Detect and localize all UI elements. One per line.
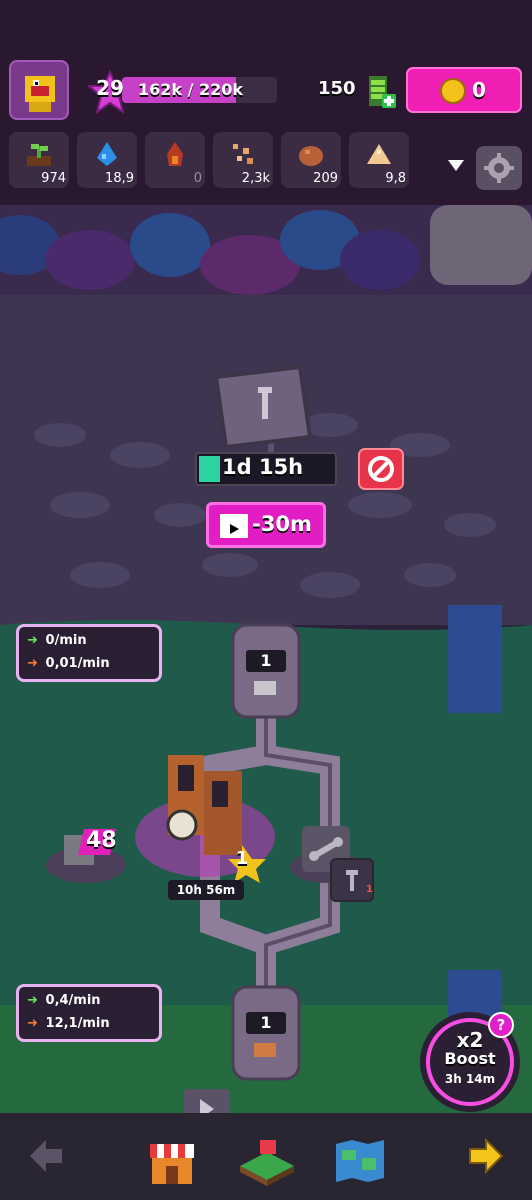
energy-count: 150 xyxy=(318,78,356,99)
rate-panel-top[interactable]: ➜ 0/min ➜ 0,01/min xyxy=(16,624,162,682)
clay-ball-icon xyxy=(299,146,323,166)
xp-text: 162k / 220k xyxy=(138,80,244,99)
resource-value: 2,3k xyxy=(241,171,270,186)
resource-value: 974 xyxy=(41,171,66,186)
stack-top-count: 1 xyxy=(246,650,286,672)
brick-icon xyxy=(254,1043,276,1057)
cancel-construction-button[interactable] xyxy=(358,448,404,490)
rate-out: 0,01/min xyxy=(45,656,110,671)
resource-value: 209 xyxy=(313,171,338,186)
input-arrow-icon: ➜ xyxy=(27,633,38,648)
input-arrow-icon: ➜ xyxy=(27,993,38,1008)
resource-slot[interactable]: 2,3k xyxy=(213,132,273,188)
construction-timer-text: 1d 15h xyxy=(222,455,304,479)
player-avatar[interactable] xyxy=(9,60,69,120)
video-speedup-label: -30m xyxy=(252,512,312,536)
resource-value: 9,8 xyxy=(385,171,406,186)
output-arrow-icon: ➜ xyxy=(27,1016,38,1031)
fire-icon xyxy=(167,142,183,166)
shop-icon[interactable] xyxy=(146,1136,198,1188)
bolt-slot[interactable] xyxy=(330,858,374,902)
sand-pile-icon xyxy=(367,144,391,164)
construction-timer-fill xyxy=(199,456,221,482)
bolt-count: 1 xyxy=(366,884,373,895)
resource-slot[interactable]: 209 xyxy=(281,132,341,188)
pedestal-count: 48 xyxy=(86,828,117,853)
boost-help-button[interactable]: ? xyxy=(488,1012,514,1038)
battery-plus-icon[interactable] xyxy=(366,74,396,110)
rate-panel-bottom[interactable]: ➜ 0,4/min ➜ 12,1/min xyxy=(16,984,162,1042)
resource-value: 18,9 xyxy=(105,171,134,186)
resource-value: 0 xyxy=(193,171,202,186)
coin-icon xyxy=(440,78,466,104)
gold-count: 0 xyxy=(472,78,486,102)
resource-slot[interactable]: 0 xyxy=(145,132,205,188)
build-island-icon[interactable] xyxy=(238,1136,296,1188)
left-arrow-icon[interactable] xyxy=(26,1136,66,1176)
boost-label: Boost xyxy=(444,1049,496,1068)
no-entry-icon xyxy=(368,456,394,482)
player-level: 29 xyxy=(96,76,124,100)
machine-level: 1 xyxy=(235,848,249,869)
map-icon[interactable] xyxy=(334,1138,386,1184)
dino-avatar-icon xyxy=(25,76,55,112)
gear-icon xyxy=(484,153,514,183)
clapperboard-icon xyxy=(220,514,248,538)
settings-button[interactable] xyxy=(476,146,522,190)
sapling-icon xyxy=(27,144,51,166)
resource-slot[interactable]: 18,9 xyxy=(77,132,137,188)
stack-bottom-count: 1 xyxy=(246,1012,286,1034)
resources-dropdown-icon[interactable] xyxy=(448,160,464,171)
sand-particles-icon xyxy=(233,144,253,164)
rate-out: 12,1/min xyxy=(45,1016,110,1031)
rate-in: 0/min xyxy=(45,633,87,648)
silver-ingot-icon xyxy=(254,681,276,695)
machine-timer: 10h 56m xyxy=(168,880,244,900)
water-drop-icon xyxy=(97,142,117,166)
resource-slot[interactable]: 974 xyxy=(9,132,69,188)
output-arrow-icon: ➜ xyxy=(27,656,38,671)
boost-time: 3h 14m xyxy=(444,1072,496,1086)
right-arrow-icon[interactable] xyxy=(466,1136,506,1176)
rate-in: 0,4/min xyxy=(45,993,101,1008)
resource-slot[interactable]: 9,8 xyxy=(349,132,409,188)
